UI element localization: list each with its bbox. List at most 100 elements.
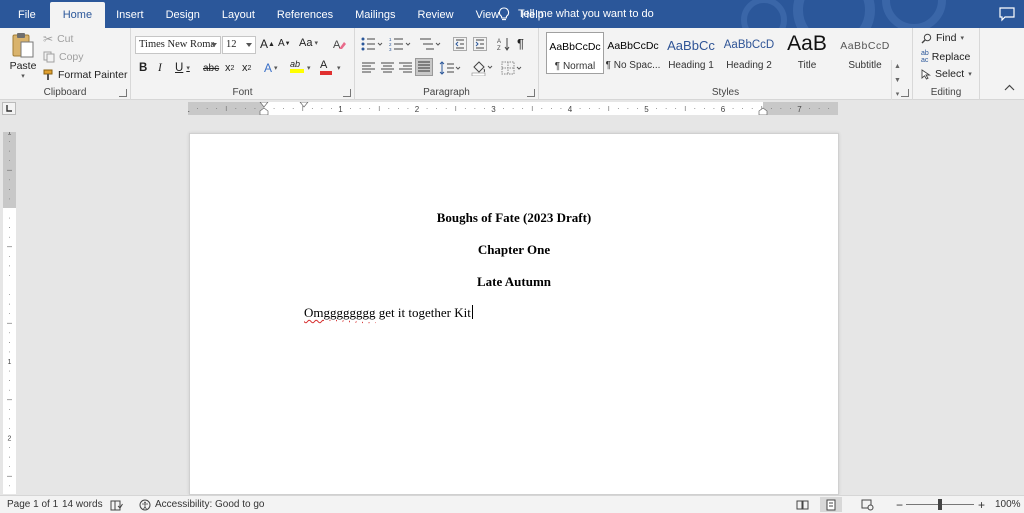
superscript-button[interactable]: x2 [242,62,251,74]
tab-references[interactable]: References [266,2,344,28]
multilevel-list-icon[interactable] [419,37,441,51]
align-left-icon[interactable] [362,62,375,74]
style-title[interactable]: AaB Title [778,32,836,74]
zoom-in-button[interactable]: + [978,496,985,513]
sort-icon[interactable]: AZ [497,36,511,52]
style-normal[interactable]: AaBbCcDc ¶ Normal [546,32,604,74]
tell-me-search[interactable]: Tell me what you want to do [498,0,654,28]
font-size-dropdown-icon [246,43,252,47]
clear-formatting-button[interactable]: A [332,37,346,51]
justify-icon [418,61,430,72]
shrink-font-button[interactable]: A ▼ [278,38,291,49]
paragraph-dialog-launcher[interactable] [527,89,535,97]
proofing-book-icon [110,500,123,510]
highlight-dropdown[interactable]: ▾ [307,64,311,72]
tab-review[interactable]: Review [407,2,465,28]
tab-insert[interactable]: Insert [105,2,155,28]
accessibility-status[interactable]: Accessibility: Good to go [139,496,265,513]
cut-label: Cut [57,33,74,45]
line-spacing-icon[interactable] [439,61,461,75]
styles-gallery: AaBbCcDc ¶ Normal AaBbCcDc ¶ No Spac... … [545,32,903,78]
underline-button[interactable]: U ▾ [175,62,190,74]
highlight-color-button[interactable]: ab [290,59,304,73]
grow-font-button[interactable]: A ▲ [260,37,275,51]
style-subtitle[interactable]: AaBbCcD Subtitle [836,32,894,74]
editing-group: Find ▾ ab ac Replace Select ▾ Editing [913,28,980,100]
vruler-number: 1 [8,132,12,137]
change-case-button[interactable]: Aa ▾ [299,37,318,49]
zoom-level[interactable]: 100% [995,496,1021,513]
chapter-heading[interactable]: Chapter One [190,242,838,258]
tab-file[interactable]: File [0,2,50,28]
show-formatting-marks-icon[interactable]: ¶ [517,36,524,51]
font-color-button[interactable]: A [320,59,332,75]
tab-selector[interactable] [2,102,16,115]
style-subtitle-sample: AaBbCcD [840,40,890,52]
proofing-status[interactable] [110,496,123,513]
tab-design[interactable]: Design [155,2,211,28]
font-color-dropdown[interactable]: ▾ [337,64,341,72]
style-heading-2[interactable]: AaBbCcD Heading 2 [720,32,778,74]
document-title[interactable]: Boughs of Fate (2023 Draft) [190,210,838,226]
cursor-arrow-icon [921,68,931,80]
title-tab-bar: File Home Insert Design Layout Reference… [0,0,1024,28]
find-button[interactable]: Find ▾ [921,32,964,44]
copy-button[interactable]: Copy [43,51,84,63]
justify-button[interactable] [415,58,433,76]
text-effects-button[interactable]: A ▾ [264,61,278,75]
increase-indent-icon[interactable] [473,37,487,51]
align-right-icon[interactable] [399,62,412,74]
font-size-select[interactable]: 12 [222,36,256,54]
ruler-number: 5 [644,105,649,114]
numbering-icon[interactable]: 1 2 3 [389,37,411,51]
tab-mailings[interactable]: Mailings [344,2,406,28]
zoom-slider-thumb[interactable] [938,499,942,510]
horizontal-ruler[interactable]: 11234567 [188,102,838,115]
misspelled-word[interactable]: Omgggggggg [304,305,376,320]
subscript-button[interactable]: x2 [225,62,234,74]
style-heading-2-sample: AaBbCcD [723,39,775,51]
page-icon [826,499,836,510]
style-no-spacing[interactable]: AaBbCcDc ¶ No Spac... [604,32,662,74]
styles-scroll-down-icon[interactable]: ▼ [892,74,903,88]
read-mode-button[interactable] [791,497,813,512]
web-layout-button[interactable] [856,497,878,512]
bold-icon: B [139,62,148,74]
paragraph-group: 1 2 3 AZ ¶ Paragraph [355,28,539,100]
replace-button[interactable]: ab ac Replace [921,50,970,64]
font-family-select[interactable]: Times New Roma [135,36,221,54]
body-paragraph[interactable]: Omgggggggg get it together Kit [304,305,473,321]
ruler-number: 6 [721,105,726,114]
bullets-icon[interactable] [361,37,383,51]
cut-button[interactable]: ✂ Cut [43,32,73,46]
status-bar: Page 1 of 1 14 words Accessibility: Good… [0,495,1024,513]
decrease-indent-icon[interactable] [453,37,467,51]
underline-icon: U [175,62,184,74]
page-count[interactable]: Page 1 of 1 [7,496,58,513]
styles-scroll-up-icon[interactable]: ▲ [892,60,903,74]
align-center-icon[interactable] [381,62,394,74]
document-page[interactable]: Boughs of Fate (2023 Draft) Chapter One … [189,133,839,495]
shading-icon[interactable] [471,60,493,76]
borders-icon[interactable] [501,61,523,75]
strikethrough-button[interactable]: abc [203,63,219,74]
vertical-ruler[interactable]: 1123 [3,132,16,494]
comments-icon[interactable] [998,6,1016,22]
select-button[interactable]: Select ▾ [921,68,972,80]
section-heading[interactable]: Late Autumn [190,274,838,290]
bold-button[interactable]: B [139,62,147,74]
style-heading-1[interactable]: AaBbCc Heading 1 [662,32,720,74]
word-count[interactable]: 14 words [62,496,103,513]
italic-button[interactable]: I [158,62,162,74]
font-dialog-launcher[interactable] [343,89,351,97]
zoom-out-button[interactable]: − [896,496,903,513]
style-no-spacing-name: ¶ No Spac... [605,60,661,71]
clipboard-dialog-launcher[interactable] [119,89,127,97]
tab-layout[interactable]: Layout [211,2,266,28]
collapse-ribbon-icon[interactable] [1004,84,1015,91]
replace-label: Replace [931,51,971,63]
paste-button[interactable]: Paste ▾ [6,31,40,83]
tab-home[interactable]: Home [49,2,106,28]
format-painter-button[interactable]: Format Painter [43,69,127,81]
print-layout-button[interactable] [820,497,842,512]
